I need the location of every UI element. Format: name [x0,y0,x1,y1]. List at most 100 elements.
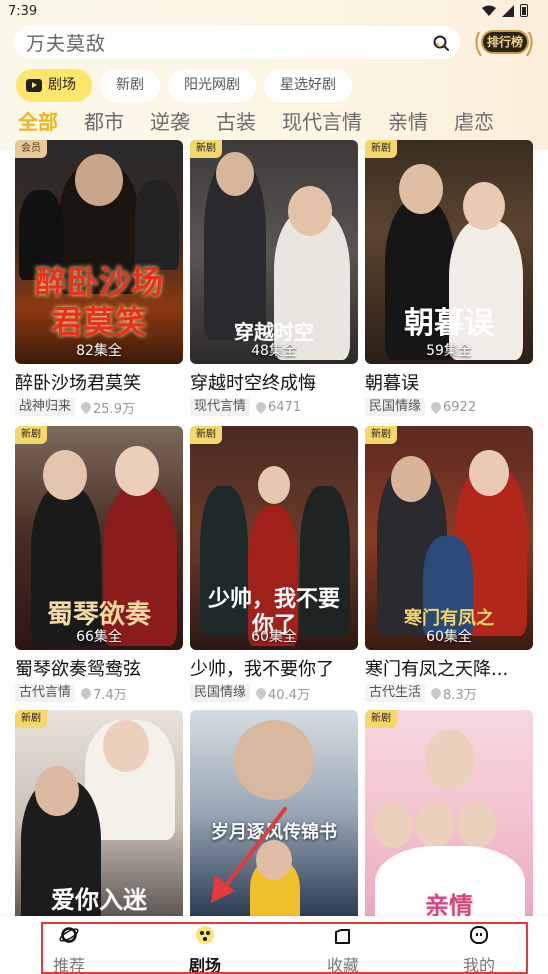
poster-figure [425,730,475,790]
drama-poster[interactable]: 爱你入迷 新剧 [15,710,183,934]
poster-title: 爱你入迷 [51,885,147,914]
drama-poster[interactable]: 寒门有凤之 新剧 60集全 [365,426,533,650]
drama-poster[interactable]: 蜀琴欲奏 新剧 66集全 [15,426,183,650]
ranking-label: 排行榜 [481,30,529,54]
genre-tag: 民国情缘 [190,684,251,702]
new-badge: 新剧 [190,426,222,444]
poster-figure [35,766,79,816]
genre-tag: 民国情缘 [365,398,426,416]
play-icon [26,79,42,92]
view-count-value: 6922 [443,399,477,415]
view-count: 25.9万 [78,398,135,417]
profile-icon [470,926,488,944]
poster-figure [258,466,290,504]
drama-poster[interactable]: 少帅，我不要你了 新剧 60集全 [190,426,358,650]
view-count-value: 7.4万 [93,687,127,703]
drama-poster[interactable]: 朝暮误 新剧 59集全 [365,140,533,364]
poster-figure [457,802,497,848]
nav-label: 收藏 [326,956,359,974]
drama-poster[interactable]: 穿越时空 新剧 48集全 [190,140,358,364]
poster-figure [234,720,314,800]
nav-label: 推荐 [52,956,85,974]
poster-figure [463,182,505,230]
episode-count: 66集全 [76,629,122,645]
drama-title[interactable]: 穿越时空终成悔 [190,372,358,396]
signal-icon [502,4,514,17]
drama-title[interactable]: 寒门有凤之天降... [365,658,533,682]
nav-favorites[interactable]: 收藏 [293,920,393,974]
chip-label: 星选好剧 [280,77,336,93]
chip-star-pick[interactable]: 星选好剧 [264,69,352,102]
new-badge: 新剧 [190,140,222,158]
category-tab-family[interactable]: 亲情 [388,108,428,138]
chip-label: 阳光网剧 [184,77,240,93]
drama-title[interactable]: 朝暮误 [365,372,533,396]
view-count: 40.4万 [253,684,310,703]
view-count-value: 8.3万 [443,687,477,703]
drama-meta: 民国情缘 40.4万 [190,684,358,703]
poster-figure [391,456,431,502]
wifi-icon [482,5,496,16]
search-bar[interactable]: 万夫莫敌 [14,26,460,59]
drama-card[interactable]: 穿越时空 新剧 48集全 穿越时空终成悔 现代言情 6471 [190,140,358,416]
episode-count: 60集全 [251,629,297,645]
poster-figure [75,154,123,206]
chip-new[interactable]: 新剧 [100,69,160,102]
category-tab-all[interactable]: 全部 [18,108,66,138]
genre-tag: 古代言情 [15,684,76,702]
episode-count: 82集全 [76,343,122,359]
drama-poster[interactable]: 亲情 新剧 [365,710,533,934]
poster-figure [415,802,455,848]
view-count: 6922 [428,399,477,415]
genre-tag: 古代生活 [365,684,426,702]
category-tab-comeback[interactable]: 逆袭 [150,108,190,138]
search-placeholder: 万夫莫敌 [26,33,107,55]
category-tab-urban[interactable]: 都市 [84,108,124,138]
drama-poster[interactable]: 岁月逐风传锦书 [190,710,358,934]
view-count: 8.3万 [428,684,477,703]
new-badge: 新剧 [365,426,397,444]
drama-title[interactable]: 少帅，我不要你了 [190,658,358,682]
poster-figure [256,840,292,880]
search-icon[interactable] [432,34,450,52]
fire-icon [253,399,269,415]
poster-figure [43,450,87,500]
drama-card[interactable]: 亲情 新剧 [365,710,533,934]
category-tab-sad-romance[interactable]: 虐恋 [454,108,494,138]
planet-icon [59,927,79,943]
poster-figure [135,180,179,270]
category-tab-modern-romance[interactable]: 现代言情 [282,108,362,138]
nav-theater[interactable]: 剧场 [155,920,255,974]
ranking-button[interactable]: 排行榜 [473,26,535,60]
drama-title[interactable]: 蜀琴欲奏鸳鸯弦 [15,658,183,682]
chip-sunshine[interactable]: 阳光网剧 [168,69,256,102]
nav-profile[interactable]: 我的 [429,920,529,974]
new-badge: 新剧 [15,426,47,444]
drama-card[interactable]: 爱你入迷 新剧 [15,710,183,934]
drama-title[interactable]: 醉卧沙场君莫笑 [15,372,183,396]
drama-card[interactable]: 醉卧沙场 君莫笑 会员 82集全 醉卧沙场君莫笑 战神归来 25.9万 [15,140,183,417]
episode-count: 59集全 [426,343,472,359]
drama-card[interactable]: 少帅，我不要你了 新剧 60集全 少帅，我不要你了 民国情缘 40.4万 [190,426,358,703]
poster-title: 朝暮误 [404,306,494,341]
genre-tag: 战神归来 [15,398,76,416]
drama-card[interactable]: 岁月逐风传锦书 [190,710,358,934]
chip-theater[interactable]: 剧场 [16,69,92,102]
view-count-value: 25.9万 [93,401,135,417]
new-badge: 新剧 [15,710,47,728]
chip-label: 剧场 [48,77,76,93]
status-time: 7:39 [8,4,38,19]
nav-recommend[interactable]: 推荐 [19,920,119,974]
battery-icon [520,4,528,17]
category-tabs: 全部 都市 逆袭 古装 现代言情 亲情 虐恋 [18,108,548,138]
drama-meta: 古代言情 7.4万 [15,684,183,703]
drama-meta: 民国情缘 6922 [365,398,533,416]
drama-poster[interactable]: 醉卧沙场 君莫笑 会员 82集全 [15,140,183,364]
status-icons [482,4,528,17]
drama-card[interactable]: 寒门有凤之 新剧 60集全 寒门有凤之天降... 古代生活 8.3万 [365,426,533,703]
drama-card[interactable]: 蜀琴欲奏 新剧 66集全 蜀琴欲奏鸳鸯弦 古代言情 7.4万 [15,426,183,703]
drama-meta: 现代言情 6471 [190,398,358,416]
category-tab-costume[interactable]: 古装 [216,108,256,138]
view-count-value: 6471 [268,399,302,415]
drama-card[interactable]: 朝暮误 新剧 59集全 朝暮误 民国情缘 6922 [365,140,533,416]
